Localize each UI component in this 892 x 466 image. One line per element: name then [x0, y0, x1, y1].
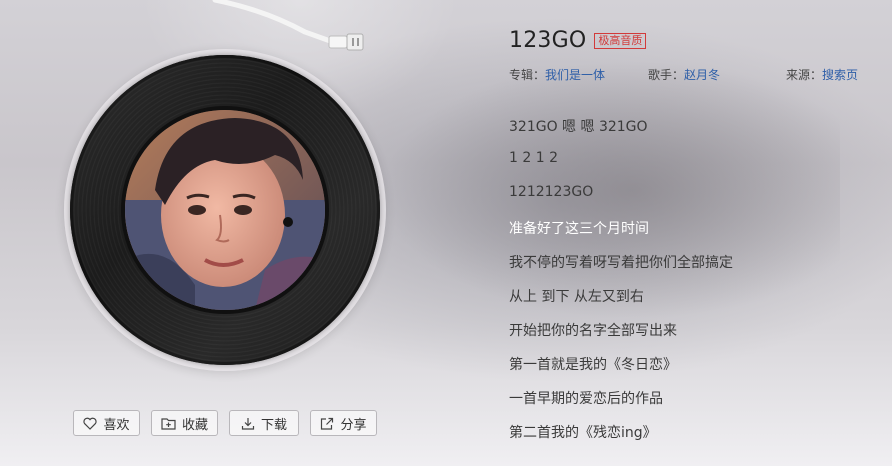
lyric-line: 开始把你的名字全部写出来 [509, 323, 677, 339]
favorite-label: 收藏 [181, 417, 208, 433]
album-link[interactable]: 我们是一体 [545, 68, 605, 82]
share-icon [321, 417, 334, 430]
song-title: 123GO [509, 28, 587, 53]
lyric-line: 第二首我的《残恋ing》 [509, 425, 657, 441]
album-cover [125, 110, 325, 310]
lyric-line: 第一首就是我的《冬日恋》 [509, 357, 677, 373]
album-label: 专辑： [509, 68, 546, 82]
album-info: 专辑：我们是一体 [509, 66, 605, 83]
download-label: 下载 [260, 417, 287, 433]
share-label: 分享 [340, 417, 367, 433]
lyric-line: 321GO 嗯 嗯 321GO [509, 119, 648, 135]
lyric-line: 准备好了这三个月时间 [509, 221, 649, 237]
singer-label: 歌手： [648, 68, 685, 82]
singer-info: 歌手：赵月冬 [648, 66, 720, 83]
lyric-line: 1212123GO [509, 184, 594, 200]
share-button[interactable]: 分享 [310, 410, 377, 436]
vinyl-record [70, 55, 380, 365]
singer-link[interactable]: 赵月冬 [684, 68, 720, 82]
tonearm [212, 0, 364, 51]
song-header: 123GO 极高音质 [509, 28, 647, 53]
source-info: 来源：搜索页 [786, 66, 858, 83]
lyric-line: 1 2 1 2 [509, 150, 558, 166]
lyric-line: 我不停的写着呀写着把你们全部搞定 [509, 255, 733, 271]
source-label: 来源： [786, 68, 823, 82]
download-icon [241, 417, 255, 430]
like-button[interactable]: 喜欢 [73, 410, 140, 436]
like-label: 喜欢 [103, 417, 130, 433]
download-button[interactable]: 下载 [229, 410, 299, 436]
lyric-line: 一首早期的爱恋后的作品 [509, 391, 663, 407]
lyric-line: 从上 到下 从左又到右 [509, 289, 644, 305]
heart-icon [83, 417, 98, 430]
favorite-button[interactable]: 收藏 [151, 410, 218, 436]
folder-plus-icon [161, 417, 176, 430]
quality-badge: 极高音质 [594, 32, 647, 49]
source-link[interactable]: 搜索页 [822, 68, 858, 82]
